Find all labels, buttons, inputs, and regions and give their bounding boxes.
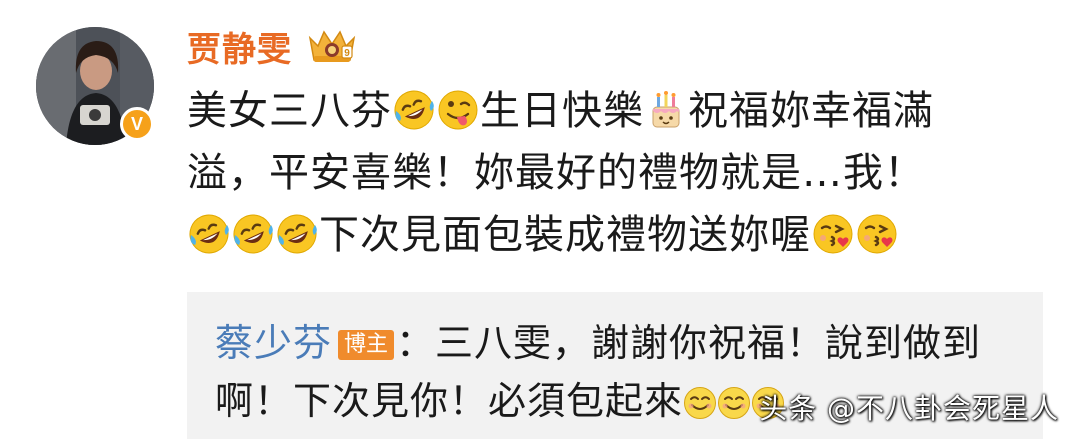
birthday-cake-emoji-icon bbox=[645, 89, 687, 131]
host-badge: 博主 bbox=[338, 330, 395, 360]
weibo-post: V 贾静雯 9 美女三八芬 生日快樂 祝福妳幸福滿 溢，平安喜樂！妳最好的禮物就是…… bbox=[0, 0, 1077, 439]
reply-text: 啊！下次見你！必須包起來 bbox=[215, 379, 684, 423]
verified-badge: V bbox=[120, 107, 154, 141]
post-content-line-1: 美女三八芬 生日快樂 祝福妳幸福滿 bbox=[187, 80, 1037, 142]
blowing-kiss-emoji-icon bbox=[812, 213, 854, 255]
content-text: 溢，平安喜樂！妳最好的禮物就是…我！ bbox=[187, 150, 925, 196]
reply-author[interactable]: 蔡少芬 bbox=[215, 321, 332, 365]
smiling-face-emoji-icon bbox=[717, 386, 751, 420]
smiling-face-emoji-icon bbox=[683, 386, 717, 420]
avatar[interactable]: V bbox=[36, 27, 154, 145]
post-header: 贾静雯 9 bbox=[187, 22, 360, 70]
content-text: 下次見面包裝成禮物送妳喔 bbox=[319, 212, 811, 258]
svg-text:9: 9 bbox=[344, 48, 350, 59]
post-content-line-3: 下次見面包裝成禮物送妳喔 bbox=[187, 204, 1037, 266]
post-content-line-2: 溢，平安喜樂！妳最好的禮物就是…我！ bbox=[187, 142, 1037, 204]
watermark: 头条 @不八卦会死星人 bbox=[759, 392, 1059, 425]
content-text: 美女三八芬 bbox=[187, 88, 392, 134]
content-text: 生日快樂 bbox=[480, 88, 644, 134]
rofl-emoji-icon bbox=[393, 89, 435, 131]
reply-line-1: 蔡少芬 博主 ：三八雯，謝謝你祝福！說到做到 bbox=[215, 314, 1015, 372]
rofl-emoji-icon bbox=[188, 213, 230, 255]
post-content: 美女三八芬 生日快樂 祝福妳幸福滿 溢，平安喜樂！妳最好的禮物就是…我！ 下次見面包… bbox=[187, 80, 1037, 266]
reply-text: ：三八雯，謝謝你祝福！說到做到 bbox=[396, 321, 982, 365]
winking-tongue-emoji-icon bbox=[437, 89, 479, 131]
crown-medal-icon: 9 bbox=[308, 30, 356, 62]
username[interactable]: 贾静雯 bbox=[187, 22, 292, 71]
rofl-emoji-icon bbox=[276, 213, 318, 255]
content-text: 祝福妳幸福滿 bbox=[688, 88, 934, 134]
rofl-emoji-icon bbox=[232, 213, 274, 255]
blowing-kiss-emoji-icon bbox=[856, 213, 898, 255]
